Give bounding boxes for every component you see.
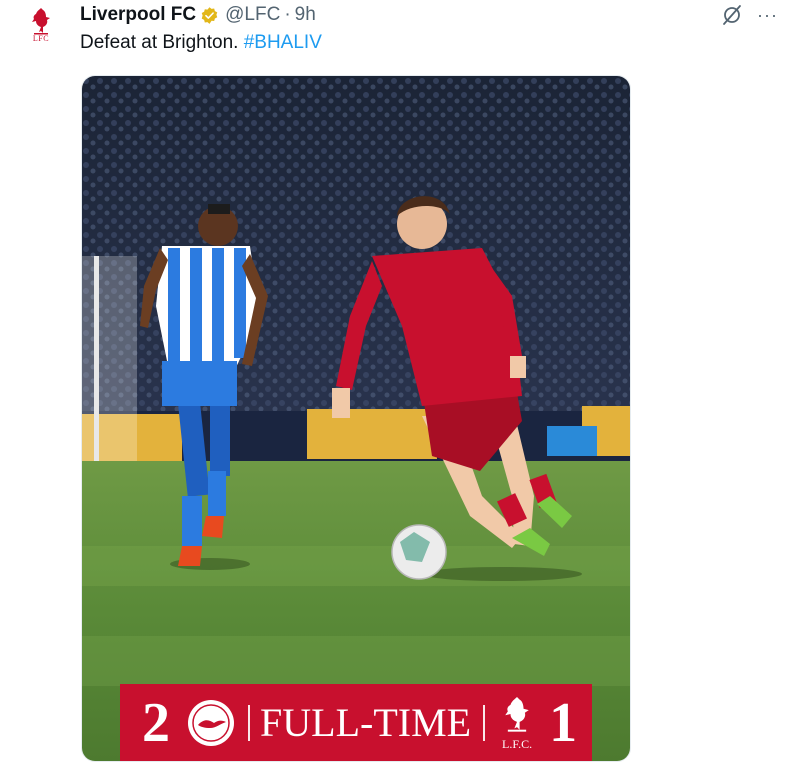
tweet-header: Liverpool FC @LFC · 9h: [80, 2, 316, 28]
liverpool-crest-label: L.F.C.: [502, 736, 533, 751]
verified-badge-icon[interactable]: [200, 6, 219, 25]
scoreboard-divider: [483, 704, 486, 741]
separator-dot: ·: [284, 4, 291, 25]
grok-icon[interactable]: [721, 4, 743, 26]
away-score: 1: [549, 691, 578, 754]
liverbird-icon: [32, 8, 50, 35]
liverbird-icon: [505, 696, 529, 732]
user-handle[interactable]: @LFC: [225, 4, 280, 26]
scoreboard-divider: [248, 704, 250, 741]
avatar[interactable]: LFC: [22, 6, 60, 52]
liverpool-crest: L.F.C.: [497, 691, 537, 755]
home-score: 2: [142, 691, 170, 754]
tweet-text: Defeat at Brighton. #BHALIV: [80, 32, 322, 54]
match-status: FULL-TIME: [260, 700, 472, 745]
display-name[interactable]: Liverpool FC: [80, 4, 196, 26]
tweet-media[interactable]: 2 FULL-TIME L.F.C. 1: [81, 75, 631, 762]
fulltime-scoreboard: 2 FULL-TIME L.F.C. 1: [120, 684, 592, 761]
hashtag-link[interactable]: #BHALIV: [244, 32, 322, 53]
brighton-crest-icon: [188, 699, 234, 746]
timestamp[interactable]: 9h: [295, 4, 316, 26]
match-photo: [82, 76, 630, 761]
avatar-label: LFC: [32, 34, 50, 43]
tweet-actions-top: ···: [721, 4, 778, 26]
more-options-icon[interactable]: ···: [757, 6, 778, 24]
tweet-body: Defeat at Brighton.: [80, 32, 239, 53]
